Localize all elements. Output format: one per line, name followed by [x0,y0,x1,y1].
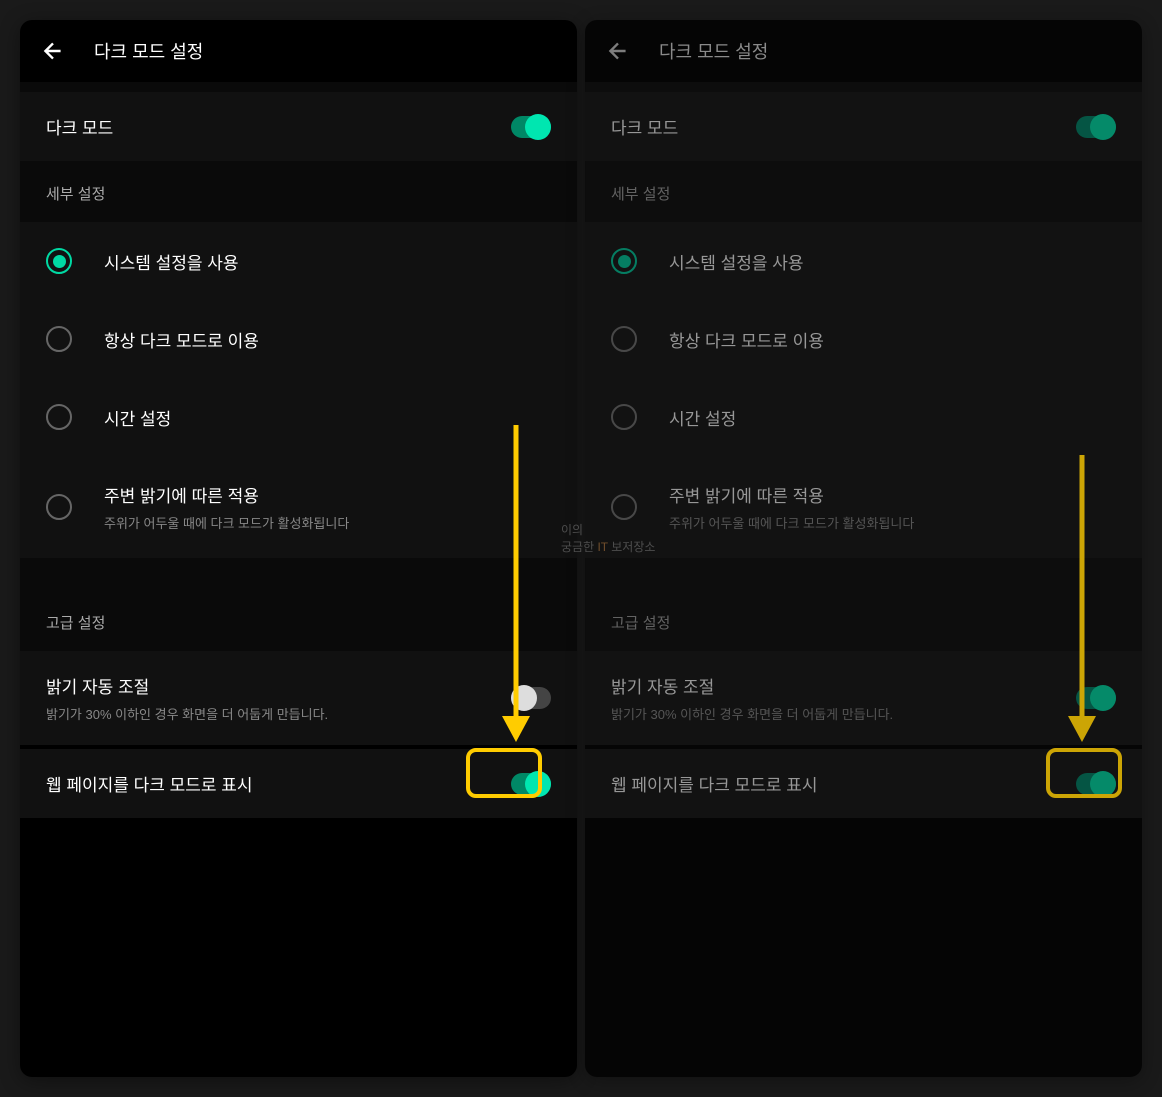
radio-icon [46,494,72,520]
dark-mode-toggle-row[interactable]: 다크 모드 [585,92,1142,161]
radio-always-dark[interactable]: 항상 다크 모드로 이용 [585,300,1142,378]
radio-icon [611,248,637,274]
divider [585,558,1142,590]
brightness-auto-row[interactable]: 밝기 자동 조절 밝기가 30% 이하인 경우 화면을 더 어둡게 만듭니다. [585,651,1142,745]
web-dark-label: 웹 페이지를 다크 모드로 표시 [46,771,511,796]
brightness-auto-label: 밝기 자동 조절 [46,673,511,698]
radio-use-system[interactable]: 시스템 설정을 사용 [20,222,577,300]
radio-icon [611,326,637,352]
divider [585,82,1142,92]
brightness-auto-label: 밝기 자동 조절 [611,673,1076,698]
web-dark-toggle[interactable] [511,773,551,795]
radio-time-setting[interactable]: 시간 설정 [585,378,1142,456]
web-dark-label: 웹 페이지를 다크 모드로 표시 [611,771,1076,796]
radio-label: 항상 다크 모드로 이용 [669,327,824,352]
radio-icon [611,494,637,520]
back-arrow-icon[interactable] [40,38,66,64]
radio-icon [611,404,637,430]
brightness-auto-sublabel: 밝기가 30% 이하인 경우 화면을 더 어둡게 만듭니다. [611,704,1076,723]
header: 다크 모드 설정 [585,20,1142,82]
advanced-section-header: 고급 설정 [585,590,1142,651]
detail-section-header: 세부 설정 [585,161,1142,222]
dark-mode-toggle-row[interactable]: 다크 모드 [20,92,577,161]
dark-mode-label: 다크 모드 [46,114,511,139]
radio-sublabel: 주위가 어두울 때에 다크 모드가 활성화됩니다 [104,513,349,532]
radio-label: 시간 설정 [104,405,171,430]
phone-right: 다크 모드 설정 다크 모드 세부 설정 시스템 설정을 사용 항상 다크 모드… [585,20,1142,1077]
radio-use-system[interactable]: 시스템 설정을 사용 [585,222,1142,300]
phone-left: 다크 모드 설정 다크 모드 세부 설정 시스템 설정을 사용 항상 다크 모드… [20,20,577,1077]
radio-icon [46,404,72,430]
web-dark-row[interactable]: 웹 페이지를 다크 모드로 표시 [585,749,1142,818]
header: 다크 모드 설정 [20,20,577,82]
dark-mode-toggle[interactable] [1076,116,1116,138]
page-title: 다크 모드 설정 [659,38,768,64]
web-dark-row[interactable]: 웹 페이지를 다크 모드로 표시 [20,749,577,818]
brightness-auto-row[interactable]: 밝기 자동 조절 밝기가 30% 이하인 경우 화면을 더 어둡게 만듭니다. [20,651,577,745]
dark-mode-label: 다크 모드 [611,114,1076,139]
dark-mode-toggle[interactable] [511,116,551,138]
radio-time-setting[interactable]: 시간 설정 [20,378,577,456]
radio-label: 시스템 설정을 사용 [104,249,239,274]
radio-ambient-light[interactable]: 주변 밝기에 따른 적용 주위가 어두울 때에 다크 모드가 활성화됩니다 [20,456,577,558]
brightness-auto-sublabel: 밝기가 30% 이하인 경우 화면을 더 어둡게 만듭니다. [46,704,511,723]
radio-label: 시스템 설정을 사용 [669,249,804,274]
radio-icon [46,248,72,274]
radio-sublabel: 주위가 어두울 때에 다크 모드가 활성화됩니다 [669,513,914,532]
radio-icon [46,326,72,352]
radio-ambient-light[interactable]: 주변 밝기에 따른 적용 주위가 어두울 때에 다크 모드가 활성화됩니다 [585,456,1142,558]
detail-section-header: 세부 설정 [20,161,577,222]
divider [20,82,577,92]
back-arrow-icon[interactable] [605,38,631,64]
divider [20,558,577,590]
brightness-auto-toggle[interactable] [511,687,551,709]
page-title: 다크 모드 설정 [94,38,203,64]
radio-label: 항상 다크 모드로 이용 [104,327,259,352]
radio-label: 시간 설정 [669,405,736,430]
advanced-section-header: 고급 설정 [20,590,577,651]
web-dark-toggle[interactable] [1076,773,1116,795]
radio-always-dark[interactable]: 항상 다크 모드로 이용 [20,300,577,378]
radio-label: 주변 밝기에 따른 적용 [669,482,914,507]
brightness-auto-toggle[interactable] [1076,687,1116,709]
radio-label: 주변 밝기에 따른 적용 [104,482,349,507]
